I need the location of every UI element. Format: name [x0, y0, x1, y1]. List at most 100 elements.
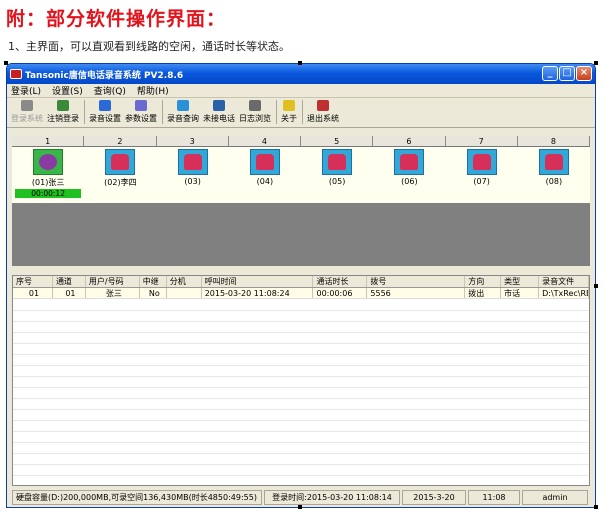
toolbar-label: 未接电话 [203, 114, 235, 123]
column-header[interactable]: 用户/号码 [86, 276, 140, 287]
toolbar-icon [177, 100, 189, 111]
line-status-panel: 12345678 (01)张三 00:00:12 (02)李四 (03) (04) (05… [12, 136, 590, 266]
line-cells: (01)张三 00:00:12 (02)李四 (03) (04) (05) (06) (07)… [12, 147, 590, 203]
menu-item[interactable]: 设置(S) [52, 84, 83, 97]
selection-handle [298, 505, 302, 509]
phone-icon [177, 149, 208, 175]
column-header[interactable]: 中继 [140, 276, 167, 287]
line-number: 3 [157, 136, 229, 146]
selection-handle [594, 284, 598, 288]
toolbar-icon [21, 100, 33, 111]
line-cell[interactable]: (04) [229, 147, 301, 203]
maximize-button[interactable]: □ [559, 66, 575, 81]
selection-handle [594, 61, 598, 65]
toolbar-button[interactable]: 登录系统 [11, 100, 43, 124]
toolbar-separator [162, 100, 163, 124]
column-header[interactable]: 录音文件 [539, 276, 589, 287]
call-record-grid: 序号 通道 用户/号码 中继 分机 呼叫时间 通话时长 拨号 方向 类型 录音文件 01 01 张三 No… [12, 275, 590, 486]
toolbar-button[interactable]: 录音设置 [89, 100, 121, 124]
status-field: 2015-3-20 [402, 490, 466, 505]
line-number: 5 [301, 136, 374, 146]
line-cell[interactable]: (06) [373, 147, 445, 203]
minimize-button[interactable]: _ [542, 66, 558, 81]
toolbar-button[interactable]: 未接电话 [203, 100, 235, 124]
line-number: 8 [518, 136, 590, 146]
table-cell: 01 [53, 288, 86, 298]
toolbar-icon [249, 100, 261, 111]
line-cell[interactable]: (08) [518, 147, 590, 203]
line-number: 7 [446, 136, 518, 146]
toolbar-label: 录音查询 [167, 114, 199, 123]
column-header[interactable]: 通道 [53, 276, 86, 287]
column-header[interactable]: 序号 [13, 276, 53, 287]
line-number: 4 [229, 136, 301, 146]
phone-icon [466, 149, 497, 175]
call-duration: 00:00:12 [15, 189, 82, 198]
toolbar-icon [99, 100, 111, 111]
toolbar-icon [213, 100, 225, 111]
phone-icon [322, 149, 353, 175]
menu-item[interactable]: 帮助(H) [137, 84, 169, 97]
table-cell: 拨出 [465, 288, 502, 298]
menu-bar: 登录(L) 设置(S) 查询(Q) 帮助(H) [7, 84, 595, 98]
status-field: 硬盘容量(D:)200,000MB,可录空间136,430MB(时长4850:4… [12, 490, 262, 505]
toolbar-label: 参数设置 [125, 114, 157, 123]
table-cell: 00:00:06 [313, 288, 368, 298]
line-cell[interactable]: (03) [157, 147, 229, 203]
line-cell[interactable]: (02)李四 [84, 147, 156, 203]
toolbar-separator [302, 100, 303, 124]
line-name: (07) [473, 177, 490, 186]
column-header[interactable]: 方向 [465, 276, 502, 287]
toolbar-button[interactable]: 注销登录 [47, 100, 79, 124]
line-cell[interactable]: (07) [446, 147, 518, 203]
line-cell[interactable]: (01)张三 00:00:12 [12, 147, 84, 203]
line-number: 2 [84, 136, 157, 146]
line-name: (06) [401, 177, 418, 186]
column-header[interactable]: 通话时长 [313, 276, 368, 287]
phone-icon [105, 149, 136, 175]
window-title: Tansonic唐信电话录音系统 PV2.8.6 [25, 70, 184, 81]
menu-item[interactable]: 查询(Q) [94, 84, 126, 97]
line-number: 1 [12, 136, 85, 146]
status-field: admin [522, 490, 588, 505]
toolbar-button[interactable]: 录音查询 [167, 100, 199, 124]
close-button[interactable]: × [576, 66, 592, 81]
status-bar: 硬盘容量(D:)200,000MB,可录空间136,430MB(时长4850:4… [12, 490, 590, 505]
toolbar-button[interactable]: 日志浏览 [239, 100, 271, 124]
grid-empty-area [13, 300, 589, 485]
toolbar-button[interactable]: 退出系统 [307, 100, 339, 124]
line-name: (04) [256, 177, 274, 186]
selection-handle [298, 61, 302, 65]
table-cell: 市话 [501, 288, 540, 298]
toolbar-separator [84, 100, 85, 124]
toolbar-button[interactable]: 关于 [281, 100, 297, 124]
line-name: (05) [328, 177, 346, 186]
phone-icon [249, 149, 280, 175]
toolbar-button[interactable]: 参数设置 [125, 100, 157, 124]
app-icon [10, 69, 22, 79]
menu-item[interactable]: 登录(L) [11, 84, 41, 97]
table-cell: 01 [13, 288, 53, 298]
toolbar-label: 录音设置 [89, 114, 121, 123]
column-header[interactable]: 分机 [167, 276, 202, 287]
toolbar: 登录系统 注销登录 录音设置 参数设置 录音查询 未接电话 日志浏览 关于 退出系统 [7, 98, 595, 128]
column-header[interactable]: 呼叫时间 [202, 276, 314, 287]
column-header[interactable]: 类型 [501, 276, 540, 287]
toolbar-label: 登录系统 [11, 114, 43, 123]
line-name: (02)李四 [104, 178, 137, 187]
title-bar[interactable]: Tansonic唐信电话录音系统 PV2.8.6 _ □ × [7, 64, 595, 84]
line-number-header: 12345678 [12, 136, 590, 147]
column-header[interactable]: 拨号 [367, 276, 466, 287]
line-cell[interactable]: (05) [301, 147, 373, 203]
table-row[interactable]: 01 01 张三 No 2015-03-20 11:08:24 00:00:06 5556 拨… [13, 288, 589, 299]
toolbar-label: 退出系统 [307, 114, 339, 123]
toolbar-icon [283, 100, 295, 111]
table-cell [167, 288, 202, 298]
app-window: Tansonic唐信电话录音系统 PV2.8.6 _ □ × 登录(L) 设置(S… [6, 63, 596, 508]
line-name: (08) [545, 177, 563, 186]
phone-icon [33, 149, 64, 175]
toolbar-label: 关于 [281, 114, 297, 123]
phone-icon [538, 149, 569, 175]
line-name: (01)张三 [31, 178, 65, 187]
caption-text: 1、主界面，可以直观看到线路的空闲，通话时长等状态。 [8, 40, 290, 53]
